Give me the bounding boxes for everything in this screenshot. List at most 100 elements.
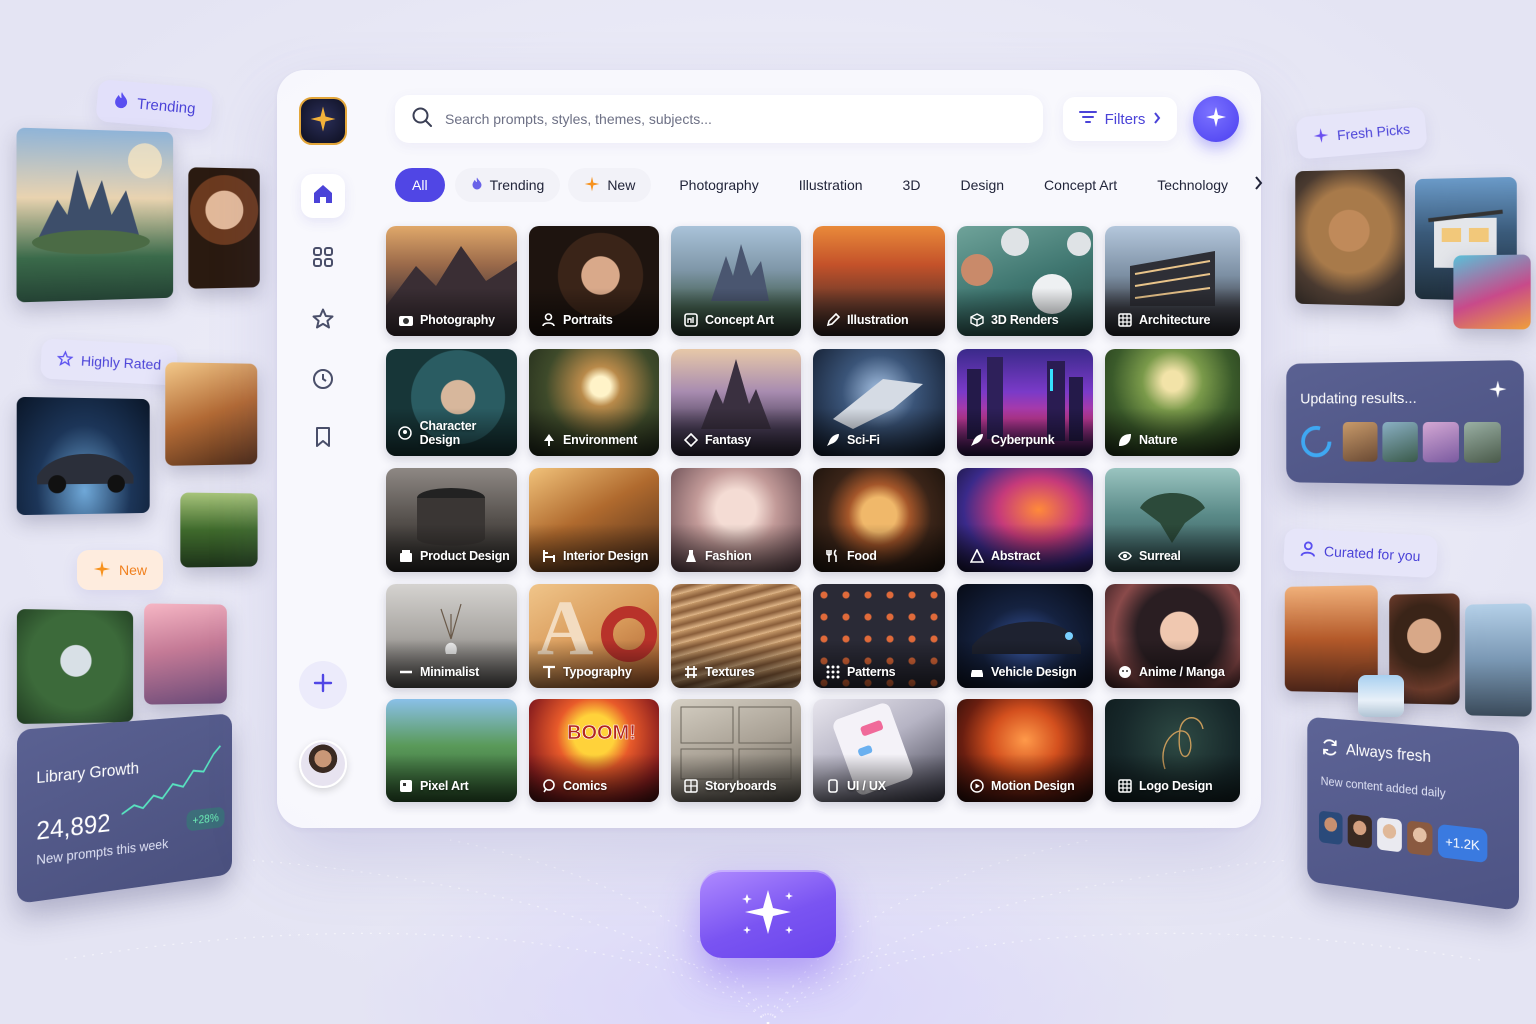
car-icon xyxy=(969,664,984,679)
tile-label: Textures xyxy=(705,664,755,679)
sparkle-icon xyxy=(1204,105,1228,134)
sidebar xyxy=(277,70,369,828)
plus-icon xyxy=(312,672,334,699)
sparkle-icon xyxy=(584,176,600,195)
category-tile-nature[interactable]: Nature xyxy=(1105,349,1240,456)
tile-label: Comics xyxy=(563,778,607,793)
chip-3d[interactable]: 3D xyxy=(883,168,941,202)
category-grid-row-3: Product Design Interior Design Fashion F… xyxy=(386,468,1246,572)
building-grid-icon xyxy=(1117,312,1132,327)
tile-label: Concept Art xyxy=(705,312,774,327)
fresh-picks-label: Fresh Picks xyxy=(1336,120,1411,144)
grid-icon xyxy=(311,245,335,274)
new-pill[interactable]: New xyxy=(77,550,164,590)
chip-photography[interactable]: Photography xyxy=(659,168,778,202)
category-tile-interior-design[interactable]: Interior Design xyxy=(529,468,659,572)
astronaut-image xyxy=(1295,168,1405,307)
tile-label: Storyboards xyxy=(705,778,777,793)
category-tile-pixel-art[interactable]: Pixel Art xyxy=(386,699,517,802)
tile-label: Typography xyxy=(563,664,632,679)
chip-design[interactable]: Design xyxy=(940,168,1024,202)
tile-label: Nature xyxy=(1139,432,1178,447)
box-icon xyxy=(398,548,413,563)
sidebar-item-browse[interactable] xyxy=(301,237,345,281)
highly-rated-pill[interactable]: Highly Rated xyxy=(40,338,179,386)
category-tile-architecture[interactable]: Architecture xyxy=(1105,226,1240,336)
chip-concept-art[interactable]: Concept Art xyxy=(1024,168,1137,202)
category-tile-fantasy[interactable]: Fantasy xyxy=(671,349,801,456)
search-icon xyxy=(411,106,433,133)
tile-label: Minimalist xyxy=(420,664,480,679)
chips-next-button[interactable] xyxy=(1254,173,1263,197)
highly-rated-label: Highly Rated xyxy=(80,352,162,373)
category-tile-typography[interactable]: A Typography xyxy=(529,584,659,688)
category-tile-anime-manga[interactable]: Anime / Manga xyxy=(1105,584,1240,688)
chip-trending[interactable]: Trending xyxy=(454,168,561,202)
chevron-right-icon xyxy=(1153,111,1161,128)
category-tile-logo-design[interactable]: Logo Design xyxy=(1105,699,1240,802)
category-tile-abstract[interactable]: Abstract xyxy=(957,468,1093,572)
category-tile-motion-design[interactable]: Motion Design xyxy=(957,699,1093,802)
filters-button[interactable]: Filters xyxy=(1063,97,1177,141)
chip-illustration[interactable]: Illustration xyxy=(779,168,883,202)
category-tile-patterns[interactable]: Patterns xyxy=(813,584,945,688)
chip-new[interactable]: New xyxy=(568,168,652,202)
category-tile-cyberpunk[interactable]: Cyberpunk xyxy=(957,349,1093,456)
dots-grid-icon xyxy=(825,664,840,679)
sidebar-item-history[interactable] xyxy=(301,359,345,403)
category-tile-concept-art[interactable]: Concept Art xyxy=(671,226,801,336)
sidebar-item-home[interactable] xyxy=(301,174,345,218)
city-skyline-image xyxy=(1465,603,1532,717)
tile-label: Abstract xyxy=(991,548,1041,563)
category-tile-ui-ux[interactable]: UI / UX xyxy=(813,699,945,802)
chevron-right-icon xyxy=(1254,175,1263,195)
chip-technology[interactable]: Technology xyxy=(1137,168,1248,202)
category-tile-illustration[interactable]: Illustration xyxy=(813,226,945,336)
search-bar[interactable] xyxy=(395,95,1043,143)
ai-generate-button[interactable] xyxy=(1193,96,1239,142)
smiley-icon xyxy=(1117,664,1132,679)
text-t-icon xyxy=(541,664,556,679)
floating-castle-image xyxy=(16,127,174,303)
chip-all[interactable]: All xyxy=(395,168,445,202)
curated-label: Curated for you xyxy=(1323,543,1421,565)
fresh-picks-pill[interactable]: Fresh Picks xyxy=(1295,106,1428,160)
sidebar-item-favorites[interactable] xyxy=(301,299,345,343)
app-logo[interactable] xyxy=(299,97,347,145)
category-tile-photography[interactable]: Photography xyxy=(386,226,517,336)
trending-label: Trending xyxy=(136,95,197,118)
category-tile-portraits[interactable]: Portraits xyxy=(529,226,659,336)
character-icon xyxy=(398,426,413,441)
category-tile-food[interactable]: Food xyxy=(813,468,945,572)
category-tile-minimalist[interactable]: Minimalist xyxy=(386,584,517,688)
avatar xyxy=(1347,813,1372,849)
category-tile-storyboards[interactable]: Storyboards xyxy=(671,699,801,802)
person-icon xyxy=(541,312,556,327)
home-icon xyxy=(311,182,335,211)
always-fresh-subtitle: New content added daily xyxy=(1320,773,1446,801)
category-tile-vehicle-design[interactable]: Vehicle Design xyxy=(957,584,1093,688)
category-tile-textures[interactable]: Textures xyxy=(671,584,801,688)
search-input[interactable] xyxy=(445,111,1005,127)
category-tile-comics[interactable]: BOOM! Comics xyxy=(529,699,659,802)
user-avatar[interactable] xyxy=(299,740,347,788)
category-tile-surreal[interactable]: Surreal xyxy=(1105,468,1240,572)
category-tile-fashion[interactable]: Fashion xyxy=(671,468,801,572)
diamond-icon xyxy=(683,432,698,447)
sidebar-item-saved[interactable] xyxy=(301,417,345,461)
category-tile-3d-renders[interactable]: 3D Renders xyxy=(957,226,1093,336)
tile-label: Food xyxy=(847,548,877,563)
category-tile-environment[interactable]: Environment xyxy=(529,349,659,456)
trending-pill[interactable]: Trending xyxy=(95,79,214,131)
add-button[interactable] xyxy=(299,661,347,709)
filters-label: Filters xyxy=(1104,110,1146,128)
curated-pill[interactable]: Curated for you xyxy=(1283,528,1438,578)
category-tile-sci-fi[interactable]: Sci-Fi xyxy=(813,349,945,456)
pencil-icon xyxy=(825,312,840,327)
flame-icon xyxy=(112,90,130,113)
generate-cta-button[interactable] xyxy=(700,870,836,958)
category-tile-character-design[interactable]: Character Design xyxy=(386,349,517,456)
tile-label: Vehicle Design xyxy=(991,664,1077,679)
tile-label: Logo Design xyxy=(1139,778,1213,793)
category-tile-product-design[interactable]: Product Design xyxy=(386,468,517,572)
